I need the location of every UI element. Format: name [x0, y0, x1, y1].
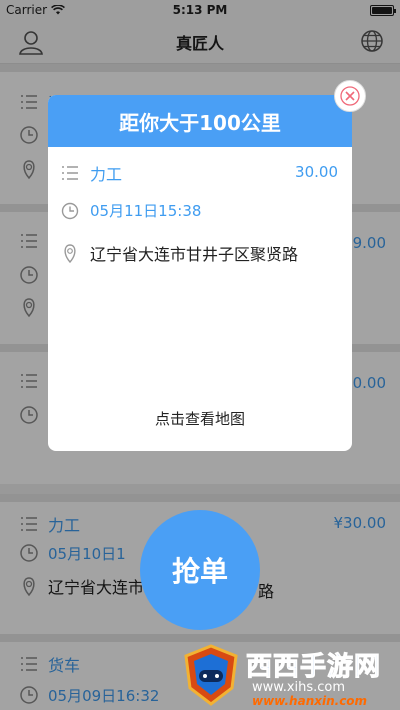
popup-title: 距你大于100公里 [48, 95, 352, 147]
close-button[interactable] [334, 80, 366, 112]
popup-time: 05月11日15:38 [90, 202, 202, 220]
list-icon [62, 166, 78, 180]
popup-address: 辽宁省大连市甘井子区聚贤路 [90, 245, 299, 264]
order-detail-popup: 距你大于100公里 力工 30.00 05月11日15:38 辽宁省大连市甘井子… [48, 95, 352, 451]
popup-category: 力工 [90, 165, 123, 184]
close-icon [340, 86, 360, 106]
watermark-brand: 西西手游网 [245, 652, 382, 683]
view-map-button[interactable]: 点击查看地图 [48, 408, 352, 429]
watermark-url: www.xihs.com [252, 680, 346, 695]
location-pin-icon [64, 244, 76, 263]
watermark: 西西手游网 www.xihs.com www.hanxin.com [182, 640, 400, 710]
clock-icon [61, 202, 79, 219]
watermark-url-secondary: www.hanxin.com [252, 694, 368, 708]
gamepad-shield-logo-icon [184, 644, 238, 706]
popup-price: 30.00 [295, 163, 338, 181]
grab-order-button[interactable]: 抢单 [140, 510, 260, 630]
